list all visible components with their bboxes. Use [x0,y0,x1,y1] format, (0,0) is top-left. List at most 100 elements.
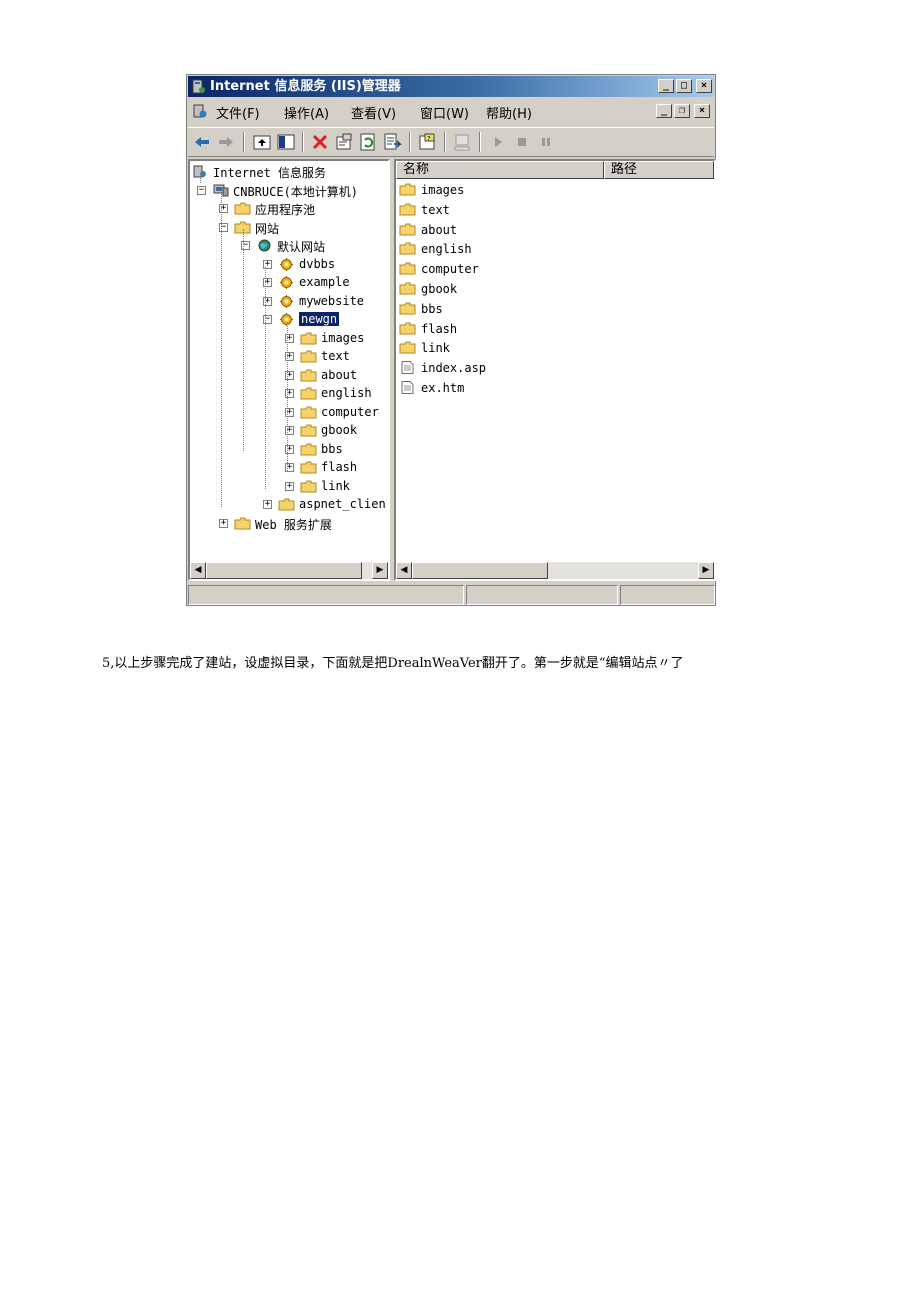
list-item-name: images [421,183,465,197]
tree-node[interactable]: + text [190,348,388,366]
list-pane[interactable]: 名称 路径 images text about english computer gboo… [394,159,716,581]
tree-node[interactable]: + dvbbs [190,256,388,274]
expand-toggle[interactable]: + [285,481,294,491]
globe-icon [258,239,271,252]
tree-node[interactable]: + images [190,330,388,348]
list-item-name: computer [421,262,479,277]
iis-icon [192,79,205,94]
close-button[interactable]: × [696,79,712,93]
mdi-close-button[interactable]: × [694,104,710,118]
tree-node-label: mywebsite [299,293,365,308]
list-item-name: bbs [421,301,443,316]
maximize-button[interactable]: □ [676,79,692,93]
tree-node-label: gbook [321,423,358,437]
mdi-restore-button[interactable]: ❐ [674,104,690,118]
tree-node-label: images [321,330,365,345]
file-icon [401,361,414,375]
tree-node[interactable]: − newgn [190,311,388,329]
tree-node[interactable]: − 网站 [190,219,388,237]
play-icon[interactable] [488,132,508,152]
expand-toggle[interactable]: + [219,518,228,528]
folder-icon [300,369,317,381]
list-horizontal-scrollbar[interactable]: ◀ ▶ [396,562,714,579]
menu-action[interactable]: 操作(A) [284,103,329,122]
menu-help[interactable]: 帮助(H) [486,103,532,122]
list-item-name: flash [421,321,458,336]
scrollbar-thumb[interactable] [412,562,548,579]
folder-icon [300,406,317,418]
tree-node[interactable]: + flash [190,459,388,477]
folder-icon [234,202,251,215]
menu-view[interactable]: 查看(V) [351,103,396,122]
mdi-minimize-button[interactable]: _ [656,104,672,118]
scrollbar-thumb[interactable] [206,562,362,579]
title-bar[interactable]: Internet 信息服务 (IIS)管理器 _ □ × [188,76,714,97]
tree-node[interactable]: + aspnet_clien [190,496,388,514]
refresh-icon[interactable] [358,132,378,152]
tree-node-label: link [321,478,350,493]
minimize-button[interactable]: _ [658,79,674,93]
tree-node-label: dvbbs [299,256,336,271]
svg-text:?: ? [427,135,431,143]
tree-node-label: computer [321,404,379,419]
tree-connector-line [221,192,222,507]
tree-horizontal-scrollbar[interactable]: ◀ ▶ [190,562,388,579]
collapse-toggle[interactable]: − [197,185,206,195]
tree-pane[interactable]: Internet 信息服务 − CNBRUCE(本地计算机) + 应用程序池 − 网站 − 默认… [188,159,390,581]
toolbar-separator [409,132,411,152]
forward-arrow-icon[interactable] [216,132,236,152]
tree-node[interactable]: + about [190,367,388,385]
up-folder-icon[interactable] [252,132,272,152]
computer-icon[interactable] [452,132,472,152]
toolbar-separator [444,132,446,152]
expand-toggle[interactable]: + [263,500,272,509]
scroll-right-arrow-icon[interactable]: ▶ [698,562,714,579]
tree-node[interactable]: + mywebsite [190,293,388,311]
folder-icon [399,341,416,354]
back-arrow-icon[interactable] [192,132,212,152]
tree-node[interactable]: − CNBRUCE(本地计算机) [190,182,388,200]
tree-node-label: 网站 [255,221,280,236]
delete-icon[interactable] [310,132,330,152]
show-tree-icon[interactable] [276,132,296,152]
window-title: Internet 信息服务 (IIS)管理器 [210,79,401,94]
help-icon[interactable]: ? [417,132,437,152]
tree-connector-line [243,229,244,451]
scroll-left-arrow-icon[interactable]: ◀ [396,562,412,579]
tree-node[interactable]: + link [190,478,388,496]
tree-node[interactable]: + bbs [190,441,388,459]
list-item-name: english [421,242,472,257]
caption-text: 5,以上步骤完成了建站，设虚拟目录，下面就是把DrealnWeaVer翻开了。第… [102,656,684,671]
tree-node[interactable]: + 应用程序池 [190,200,388,218]
folder-icon [300,443,317,455]
scroll-left-arrow-icon[interactable]: ◀ [190,562,206,579]
folder-icon [234,517,251,529]
folder-icon [278,498,295,511]
mmc-icon[interactable] [192,103,208,119]
menu-window[interactable]: 窗口(W) [420,103,469,122]
stop-icon[interactable] [512,132,532,152]
status-bar-pane-2 [466,585,618,605]
tree-node[interactable]: + Web 服务扩展 [190,515,388,533]
tree-node[interactable]: Internet 信息服务 [190,163,388,181]
scroll-right-arrow-icon[interactable]: ▶ [372,562,388,579]
pause-icon[interactable] [536,132,556,152]
tree-node[interactable]: + gbook [190,422,388,440]
column-header-path[interactable]: 路径 [604,161,714,179]
menu-bar: 文件(F) 操作(A) 查看(V) 窗口(W) 帮助(H) _ ❐ × [188,99,714,124]
folder-icon [300,387,317,400]
tree-node-label: bbs [321,441,343,456]
tree-node[interactable]: − 默认网站 [190,237,388,255]
tree-node[interactable]: + computer [190,404,388,422]
export-list-icon[interactable] [382,132,402,152]
column-header-name[interactable]: 名称 [396,161,604,179]
properties-icon[interactable] [334,132,354,152]
tree-node[interactable]: + english [190,385,388,403]
list-item-name: gbook [421,282,458,296]
tree-node-label: 应用程序池 [255,203,316,217]
folder-icon [300,332,317,344]
folder-icon [399,322,416,335]
tree-node[interactable]: + example [190,274,388,292]
tree-connector-line [200,173,201,183]
menu-file[interactable]: 文件(F) [216,103,260,122]
